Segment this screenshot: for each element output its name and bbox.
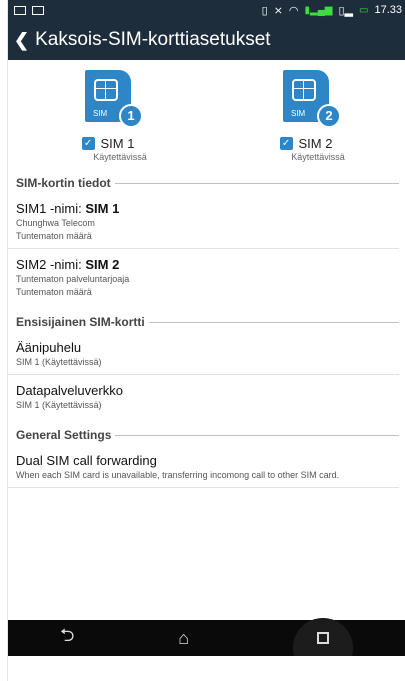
sim2-card-label: SIM: [291, 109, 306, 118]
sim-selector: SIM 1 ✓ SIM 1 Käytettävissä SIM 2 ✓ SIM …: [8, 60, 405, 165]
sim1-name-setting[interactable]: SIM1 -nimi: SIM 1 Chunghwa Telecom Tunte…: [8, 193, 399, 249]
sim1-signal-icon: ▮▂▄▆: [304, 4, 333, 16]
sim1-number-badge: 1: [119, 104, 143, 128]
status-bar: ▯ ⨯ ◠ ▮▂▄▆ ▯▂ ▭ 17.33: [8, 0, 405, 20]
message-icon: [14, 5, 26, 15]
section-general-settings: General Settings: [8, 425, 405, 445]
screen: ▯ ⨯ ◠ ▮▂▄▆ ▯▂ ▭ 17.33 ❮ Kaksois-SIM-kort…: [8, 0, 405, 681]
sim2-card-icon: SIM 2: [283, 70, 341, 128]
sim2-number-badge: 2: [317, 104, 341, 128]
sim2-name-setting[interactable]: SIM2 -nimi: SIM 2 Tuntematon palveluntar…: [8, 249, 399, 304]
sim2-name: SIM 2: [298, 136, 333, 151]
section-sim-info-label: SIM-kortin tiedot: [16, 176, 111, 190]
sim2-operator: Tuntematon palveluntarjoaja: [16, 274, 130, 284]
sim2-name-value: SIM 2: [85, 257, 120, 272]
voice-call-value: SIM 1 (Käytettävissä): [16, 357, 102, 367]
section-sim-info: SIM-kortin tiedot: [8, 173, 405, 193]
section-preferred-label: Ensisijainen SIM-kortti: [16, 315, 145, 329]
sim2-status: Käytettävissä: [291, 152, 345, 162]
voice-call-setting[interactable]: Äänipuhelu SIM 1 (Käytettävissä): [8, 332, 399, 375]
data-network-value: SIM 1 (Käytettävissä): [16, 400, 102, 410]
sim1-number: Tuntematon määrä: [16, 231, 92, 241]
sim2-number: Tuntematon määrä: [16, 287, 92, 297]
sim1-operator: Chunghwa Telecom: [16, 218, 95, 228]
app-bar: ❮ Kaksois-SIM-korttiasetukset: [8, 20, 405, 60]
data-network-title: Datapalveluverkko: [16, 383, 123, 398]
bottom-area: [8, 656, 405, 681]
sim2-name-label: SIM2 -nimi:: [16, 257, 86, 272]
mute-icon: ⨯: [273, 4, 283, 17]
sim2-checkbox[interactable]: ✓: [279, 137, 293, 150]
call-forwarding-title: Dual SIM call forwarding: [16, 453, 157, 468]
section-general-label: General Settings: [16, 428, 112, 442]
sim1-block: SIM 1 ✓ SIM 1 Käytettävissä: [38, 70, 178, 162]
data-network-setting[interactable]: Datapalveluverkko SIM 1 (Käytettävissä): [8, 375, 399, 417]
sim1-name-label: SIM1 -nimi:: [16, 201, 86, 216]
sim1-status: Käytettävissä: [93, 152, 147, 162]
screen-left-edge: [0, 0, 8, 681]
sim1-card-icon: SIM 1: [85, 70, 143, 128]
back-arrow-icon[interactable]: ❮: [14, 30, 29, 51]
sim1-name: SIM 1: [100, 136, 135, 151]
vibrate-icon: ▯: [261, 4, 268, 17]
sim1-name-value: SIM 1: [85, 201, 120, 216]
nav-back-icon[interactable]: ⮌: [60, 623, 74, 653]
sim1-card-label: SIM: [93, 109, 108, 118]
section-preferred-sim: Ensisijainen SIM-kortti: [8, 312, 405, 332]
call-forwarding-description: When each SIM card is unavailable, trans…: [16, 470, 340, 480]
call-forwarding-setting[interactable]: Dual SIM call forwarding When each SIM c…: [8, 445, 399, 488]
wifi-icon: ◠: [288, 4, 299, 17]
page-title: Kaksois-SIM-korttiasetukset: [35, 29, 271, 50]
status-time: 17.33: [374, 4, 402, 16]
nav-home-icon[interactable]: ⌂: [178, 628, 189, 649]
battery-charging-icon: ▭: [359, 4, 369, 16]
nav-recent-icon: [317, 632, 330, 644]
sim2-signal-icon: ▯▂: [338, 4, 354, 17]
sim2-block: SIM 2 ✓ SIM 2 Käytettävissä: [236, 70, 376, 162]
sim1-checkbox[interactable]: ✓: [81, 137, 95, 150]
navigation-bar: ⮌ ⌂: [8, 618, 405, 678]
voice-call-title: Äänipuhelu: [16, 340, 82, 355]
image-icon: [32, 5, 44, 15]
